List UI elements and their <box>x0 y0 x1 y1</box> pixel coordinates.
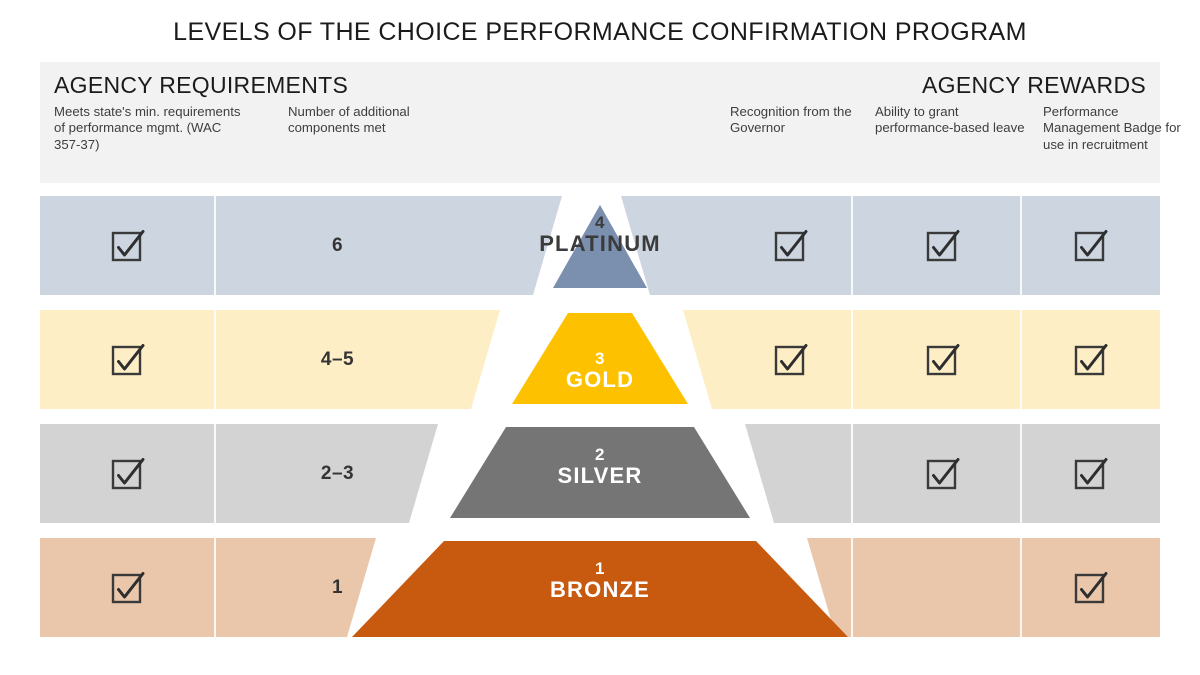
cell-components-met: 1 <box>215 538 812 637</box>
cell-components-met: 2–3 <box>215 424 812 523</box>
table-row: 1 <box>40 538 1160 637</box>
cell-components-met: 6 <box>215 196 812 295</box>
checkbox-checked-icon <box>925 229 960 263</box>
header-band: AGENCY REQUIREMENTS AGENCY REWARDS Meets… <box>40 62 1181 183</box>
components-met-value: 4–5 <box>320 348 355 370</box>
checkbox-checked-icon <box>110 571 145 605</box>
cell-recognition-governor <box>730 196 850 295</box>
cell-recognition-governor <box>730 310 850 409</box>
cell-recognition-governor <box>730 538 850 637</box>
checkbox-checked-icon <box>110 229 145 263</box>
table-row: 4–5 <box>40 310 1160 409</box>
page-title: LEVELS OF THE CHOICE PERFORMANCE CONFIRM… <box>173 18 1027 46</box>
components-met-value: 1 <box>331 576 344 598</box>
column-header-performance-based-leave: Ability to grant performance-based leave <box>875 104 1025 136</box>
column-header-recognition-governor: Recognition from the Governor <box>730 104 852 136</box>
cell-performance-badge <box>1020 538 1160 637</box>
table-row: 2–3 <box>40 424 1160 523</box>
checkbox-checked-icon <box>773 229 808 263</box>
cell-performance-based-leave <box>851 424 1033 523</box>
checkbox-checked-icon <box>773 343 808 377</box>
cell-components-met: 4–5 <box>215 310 812 409</box>
cell-performance-badge <box>1020 196 1160 295</box>
cell-performance-based-leave <box>851 310 1033 409</box>
cell-meets-min-requirements <box>40 538 214 637</box>
checkbox-checked-icon <box>110 343 145 377</box>
checkbox-checked-icon <box>925 457 960 491</box>
table-row: 6 <box>40 196 1160 295</box>
cell-performance-badge <box>1020 424 1160 523</box>
agency-rewards-heading: AGENCY REWARDS <box>921 72 1146 98</box>
cell-performance-based-leave <box>851 196 1033 295</box>
infographic-canvas: LEVELS OF THE CHOICE PERFORMANCE CONFIRM… <box>0 0 1200 675</box>
checkbox-checked-icon <box>110 457 145 491</box>
cell-performance-based-leave <box>851 538 1033 637</box>
cell-meets-min-requirements <box>40 196 214 295</box>
column-header-components-met: Number of additional components met <box>288 104 410 136</box>
components-met-value: 2–3 <box>320 462 355 484</box>
cell-meets-min-requirements <box>40 424 214 523</box>
checkbox-checked-icon <box>925 343 960 377</box>
checkbox-checked-icon <box>1073 457 1108 491</box>
components-met-value: 6 <box>331 234 344 256</box>
checkbox-checked-icon <box>1073 229 1108 263</box>
cell-performance-badge <box>1020 310 1160 409</box>
cell-recognition-governor <box>730 424 850 523</box>
agency-requirements-heading: AGENCY REQUIREMENTS <box>54 72 349 98</box>
checkbox-checked-icon <box>1073 571 1108 605</box>
cell-meets-min-requirements <box>40 310 214 409</box>
column-header-performance-badge: Performance Management Badge for use in … <box>1043 104 1181 152</box>
column-header-meets-min-requirements: Meets state's min. requirements of perfo… <box>54 104 241 152</box>
checkbox-checked-icon <box>1073 343 1108 377</box>
